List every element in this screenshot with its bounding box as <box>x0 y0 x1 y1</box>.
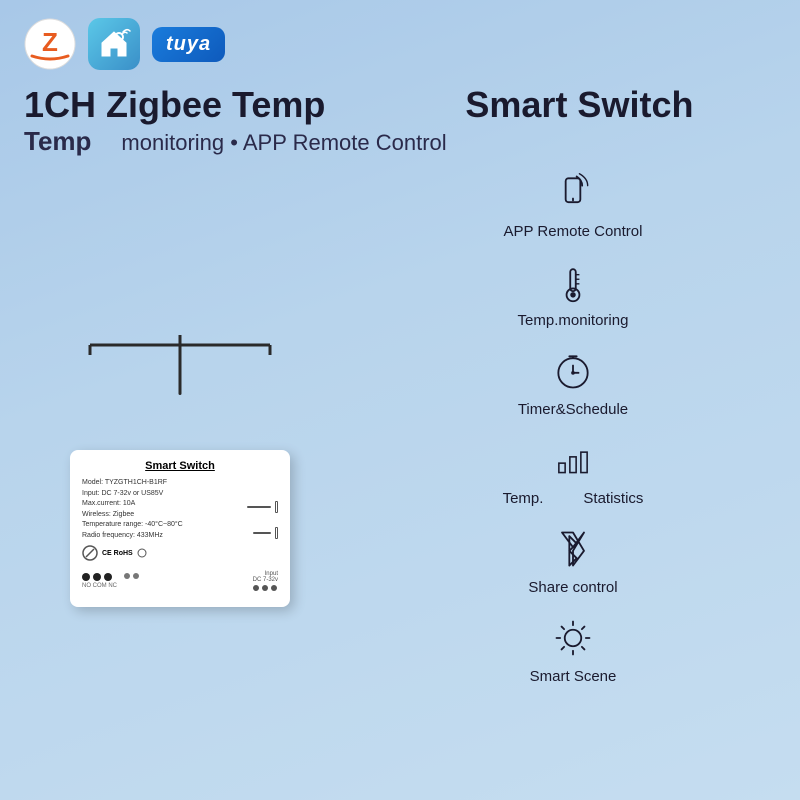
title-right: Smart Switch <box>465 84 693 126</box>
logos-bar: Z tuya <box>0 0 800 80</box>
features-grid: APP Remote Control Temp. <box>370 167 776 697</box>
feature-smart-scene: Smart Scene <box>370 612 776 685</box>
device-box: Smart Switch Model: TYZGTH1CH-B1RF Input… <box>70 450 290 607</box>
main-content: Smart Switch Model: TYZGTH1CH-B1RF Input… <box>0 157 800 800</box>
tuya-logo: tuya <box>152 27 225 62</box>
feature-temp-label: Temp.monitoring <box>518 312 629 329</box>
wire-horizontal <box>50 335 310 355</box>
subtitle-monitoring: monitoring • APP Remote Control <box>121 130 446 156</box>
feature-timer-label: Timer&Schedule <box>518 401 628 418</box>
title-left: 1CH Zigbee Temp <box>24 84 325 126</box>
zigbee-logo: Z <box>24 18 76 70</box>
right-panel: APP Remote Control Temp. <box>360 167 800 790</box>
bottom-labels: NO COM NC <box>82 583 139 589</box>
header-section: 1CH Zigbee Temp Smart Switch Temp monito… <box>0 80 800 157</box>
feature-timer: Timer&Schedule <box>370 345 776 418</box>
device-cert-logos: CE RoHS <box>82 545 183 561</box>
feature-share-control: Share control <box>370 523 776 596</box>
subtitle-temp: Temp <box>24 126 91 157</box>
thermometer-icon <box>547 256 599 308</box>
svg-text:Z: Z <box>42 27 58 57</box>
device-connectors <box>247 501 278 539</box>
input-voltage: DC 7-32v <box>253 577 278 583</box>
smartlife-logo <box>88 18 140 70</box>
device-container: Smart Switch Model: TYZGTH1CH-B1RF Input… <box>70 390 290 607</box>
timer-icon <box>547 345 599 397</box>
rohs-circle <box>137 548 147 558</box>
device-bottom: NO COM NC Input DC 7-32v <box>82 571 278 591</box>
feature-app-remote: APP Remote Control <box>370 167 776 240</box>
feature-share-label: Share control <box>528 579 617 596</box>
feature-stats-pair-label: Statistics <box>583 490 643 507</box>
sun-icon <box>547 612 599 664</box>
phone-signal-icon <box>547 167 599 219</box>
left-panel: Smart Switch Model: TYZGTH1CH-B1RF Input… <box>0 167 360 790</box>
bar-chart-icon <box>547 434 599 486</box>
feature-app-remote-label: APP Remote Control <box>504 223 643 240</box>
device-title: Smart Switch <box>82 460 278 472</box>
feature-temp-monitoring: Temp.monitoring <box>370 256 776 329</box>
feature-smart-scene-label: Smart Scene <box>530 668 617 685</box>
feature-temp-pair-label: Temp. <box>503 490 544 507</box>
feature-temp-stats: Temp. Statistics <box>370 434 776 507</box>
device-specs: Model: TYZGTH1CH-B1RF Input: DC 7-32v or… <box>82 478 183 541</box>
page: Z tuya 1CH Zigbee Temp Smart Switch Temp… <box>0 0 800 800</box>
bluetooth-home-icon <box>547 523 599 575</box>
prohibited-icon <box>82 545 98 561</box>
